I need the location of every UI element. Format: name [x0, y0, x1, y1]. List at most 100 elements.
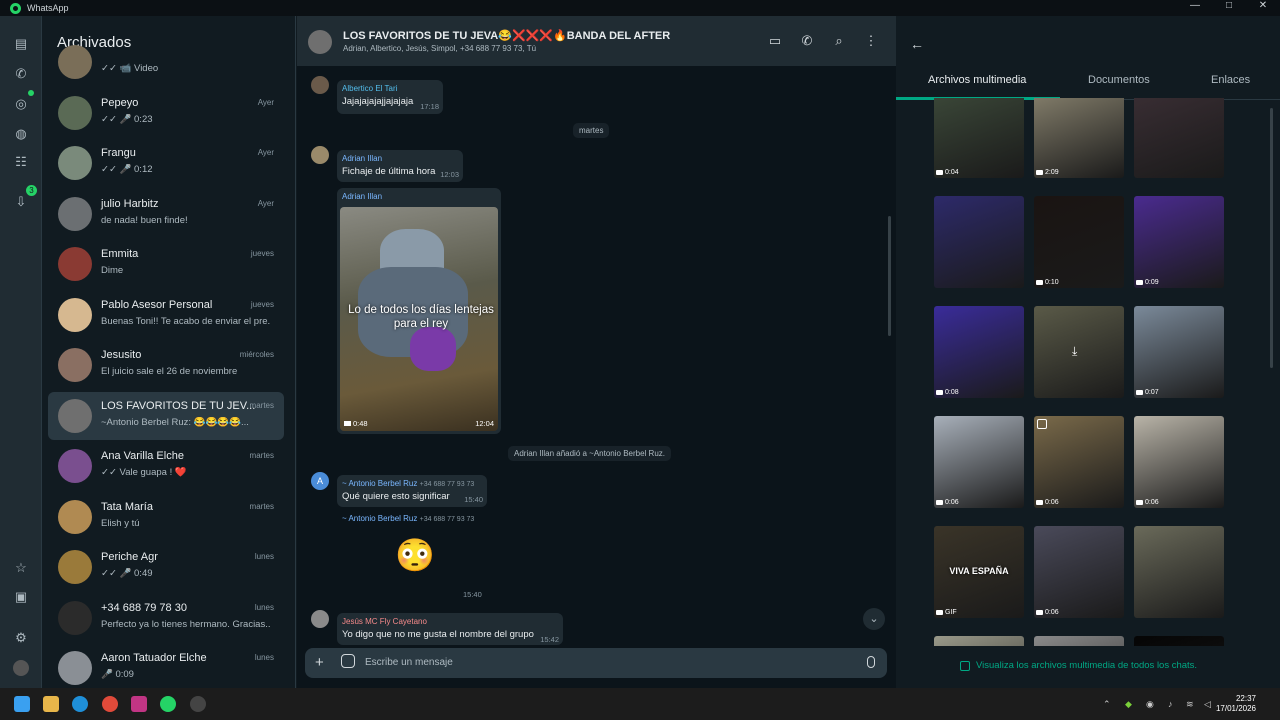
profile-avatar[interactable] — [13, 660, 29, 676]
sticker-emoji-icon[interactable] — [341, 654, 355, 668]
media-scrollbar[interactable] — [1270, 108, 1273, 368]
message-bubble[interactable]: Albertico El Tari Jajajajajajjajajaja 17… — [337, 80, 443, 114]
message-input[interactable]: Escribe un mensaje — [365, 657, 453, 668]
select-checkbox[interactable] — [1037, 419, 1047, 429]
media-thumbnail[interactable] — [934, 636, 1024, 646]
tray-volume-icon[interactable]: ◁ — [1204, 699, 1211, 710]
chat-avatar[interactable] — [58, 600, 92, 635]
attach-plus-icon[interactable]: + — [315, 654, 324, 671]
chat-list-item[interactable]: Emmita Dime jueves — [48, 240, 284, 288]
taskbar-clock[interactable]: 22:37 17/01/2026 — [1216, 694, 1256, 714]
media-icon[interactable]: ▣ — [13, 589, 29, 605]
archive-icon[interactable]: ⇩ — [13, 194, 29, 210]
sender-avatar[interactable]: A — [311, 472, 329, 490]
message-bubble[interactable]: Adrian Illan Fichaje de última hora 12:0… — [337, 150, 463, 182]
message-bubble[interactable]: ~ Antonio Berbel Ruz +34 688 77 93 73 Qu… — [337, 475, 487, 507]
chat-list-item[interactable]: LOS FAVORITOS DE TU JEV... ~Antonio Berbe… — [48, 391, 284, 440]
group-name[interactable]: LOS FAVORITOS DE TU JEVA😂❌❌❌🔥BANDA DEL A… — [343, 29, 670, 42]
chat-avatar[interactable] — [58, 146, 92, 180]
scroll-down-button[interactable]: ⌄ — [863, 608, 885, 630]
back-arrow-icon[interactable]: ← — [910, 36, 924, 52]
chat-avatar[interactable] — [58, 297, 92, 332]
starred-icon[interactable]: ☆ — [13, 560, 29, 576]
menu-more-icon[interactable]: ⋮ — [864, 34, 878, 48]
media-thumbnail[interactable]: 0:04 — [934, 98, 1024, 178]
video-message-bubble[interactable]: Adrian Illan Lo de todos los días lentej… — [337, 188, 501, 434]
video-call-icon[interactable]: ▭ — [768, 34, 782, 48]
media-thumbnail[interactable] — [934, 196, 1024, 288]
app-taskbar-icon[interactable] — [190, 696, 206, 712]
media-thumbnail[interactable] — [1134, 526, 1224, 618]
edge-browser-icon[interactable] — [72, 696, 88, 712]
minimize-button[interactable]: — — [1178, 0, 1212, 16]
chrome-browser-icon[interactable] — [102, 696, 118, 712]
media-thumbnail[interactable]: VIVA ESPAÑA GIF — [934, 526, 1024, 618]
group-avatar[interactable] — [308, 30, 332, 54]
chat-list-item[interactable]: Frangu ✓✓ 🎤 0:12 Ayer — [48, 139, 284, 187]
chat-list-item[interactable]: +34 688 79 78 30 Perfecto ya lo tienes he… — [48, 594, 284, 642]
media-thumbnail[interactable]: 0:06 — [1034, 526, 1124, 618]
chat-list-item[interactable]: julio Harbitz de nada! buen finde! Ayer — [48, 190, 284, 238]
chat-list-item[interactable]: Periche Agr ✓✓ 🎤 0:49 lunes — [48, 543, 284, 591]
chat-avatar[interactable] — [58, 499, 92, 534]
chat-list-item[interactable]: Jesusito El juicio sale el 26 de noviembr… — [48, 341, 284, 389]
search-icon[interactable]: ⌕ — [832, 34, 846, 48]
chat-avatar[interactable] — [58, 651, 92, 685]
status-icon[interactable]: ◎ — [13, 96, 29, 112]
download-icon[interactable]: ⤓ — [1072, 344, 1077, 359]
close-button[interactable]: ✕ — [1246, 0, 1280, 16]
media-thumbnail[interactable]: 0:08 — [934, 306, 1024, 398]
chat-avatar[interactable] — [58, 45, 92, 79]
tab-links[interactable]: Enlaces — [1211, 74, 1250, 86]
message-bubble[interactable]: Jesús MC Fly Cayetano Yo digo que no me … — [337, 613, 563, 645]
communities-icon[interactable]: ☷ — [13, 154, 29, 170]
conversation-scrollbar[interactable] — [888, 216, 891, 336]
video-thumbnail[interactable]: Lo de todos los días lentejas para el re… — [340, 207, 498, 431]
calls-icon[interactable]: ✆ — [13, 66, 29, 82]
sender-avatar[interactable] — [311, 610, 329, 628]
chats-icon[interactable]: ▤ — [13, 36, 29, 52]
instagram-icon[interactable] — [131, 696, 147, 712]
maximize-button[interactable]: □ — [1212, 0, 1246, 16]
chat-avatar[interactable] — [58, 550, 92, 584]
chat-list-item[interactable]: ✓✓ 📹 Video — [48, 38, 284, 86]
conversation-header[interactable]: LOS FAVORITOS DE TU JEVA😂❌❌❌🔥BANDA DEL A… — [297, 16, 896, 66]
tray-app-icon[interactable]: ◆ — [1125, 699, 1132, 710]
chat-list-item[interactable]: Pablo Asesor Personal Buenas Toni!! Te ac… — [48, 291, 284, 339]
chat-avatar[interactable] — [58, 247, 92, 281]
chat-list-item[interactable]: Ana Varilla Elche ✓✓ Vale guapa ! ❤️ marte… — [48, 442, 284, 490]
media-thumbnail[interactable]: 0:10 — [1034, 196, 1124, 288]
channels-icon[interactable]: ◍ — [13, 126, 29, 142]
chat-avatar[interactable] — [58, 449, 92, 483]
settings-gear-icon[interactable]: ⚙ — [13, 630, 29, 646]
tab-documents[interactable]: Documentos — [1088, 74, 1150, 86]
voice-call-icon[interactable]: ✆ — [800, 34, 814, 48]
whatsapp-taskbar-icon[interactable] — [160, 696, 176, 712]
chat-avatar[interactable] — [58, 348, 92, 382]
tray-chevron-icon[interactable]: ⌃ — [1103, 699, 1111, 710]
emoji-message[interactable]: 😳 — [395, 536, 435, 574]
chat-avatar[interactable] — [58, 95, 92, 130]
media-thumbnail[interactable]: 0:06 — [934, 416, 1024, 508]
chat-list-item[interactable]: Tata María Elish y tú martes — [48, 493, 284, 541]
media-thumbnail[interactable] — [1134, 98, 1224, 178]
sender-avatar[interactable] — [311, 146, 329, 164]
media-thumbnail[interactable]: 2:09 — [1034, 98, 1124, 178]
sender-avatar[interactable] — [311, 76, 329, 94]
media-thumbnail[interactable] — [1034, 636, 1124, 646]
all-media-link[interactable]: Visualiza los archivos multimedia de tod… — [960, 660, 1197, 671]
chat-list-item[interactable]: Aaron Tatuador Elche 🎤 0:09 lunes — [48, 644, 284, 688]
tray-mic-icon[interactable]: ♪ — [1168, 699, 1173, 709]
microphone-icon[interactable] — [867, 656, 875, 668]
media-thumbnail[interactable]: ⤓ — [1034, 306, 1124, 398]
media-thumbnail[interactable] — [1134, 636, 1224, 646]
media-thumbnail[interactable]: 0:06 — [1034, 416, 1124, 508]
chat-avatar[interactable] — [58, 196, 92, 231]
windows-start-icon[interactable] — [14, 696, 30, 712]
chat-list-item[interactable]: Pepeyo ✓✓ 🎤 0:23 Ayer — [48, 89, 284, 137]
file-explorer-icon[interactable] — [43, 696, 59, 712]
media-thumbnail[interactable]: 0:07 — [1134, 306, 1224, 398]
tab-multimedia[interactable]: Archivos multimedia — [928, 74, 1026, 86]
chat-avatar[interactable] — [58, 398, 92, 433]
media-thumbnail[interactable]: 0:06 — [1134, 416, 1224, 508]
